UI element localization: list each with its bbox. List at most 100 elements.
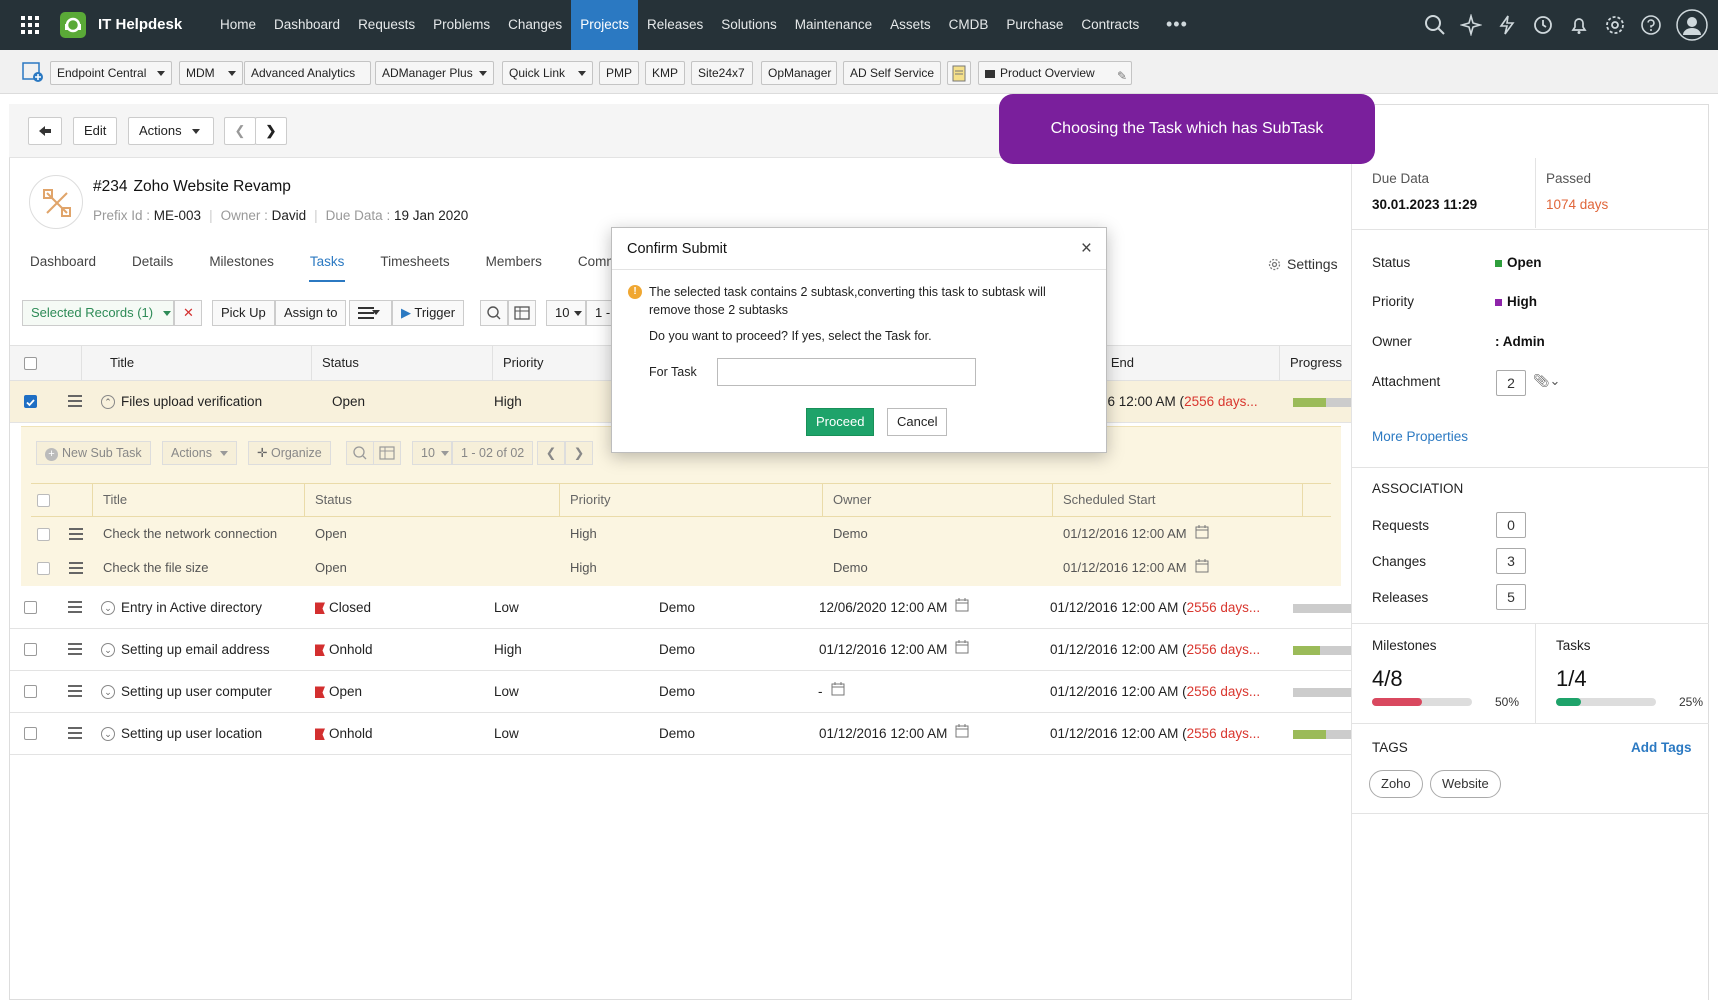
row-checkbox[interactable] [24,727,37,740]
previous-button[interactable]: ❮ [224,117,256,145]
product-overview-button[interactable]: Product Overview ✎ [978,61,1132,85]
quicklink-pmp[interactable]: PMP [599,61,639,85]
tab-milestones[interactable]: Milestones [208,248,275,282]
new-subtask-button[interactable]: + New Sub Task [36,441,151,465]
row-checkbox[interactable] [24,395,37,408]
settings-button[interactable]: Settings [1268,256,1338,272]
nav-item-contracts[interactable]: Contracts [1072,0,1148,50]
expand-chevron-icon[interactable]: ⌄ [101,727,115,741]
quicklink-admanager-plus[interactable]: ADManager Plus [375,61,494,85]
releases-count[interactable]: 5 [1496,584,1526,610]
subtask-title[interactable]: Check the network connection [103,517,277,551]
col-scheduled-end[interactable]: d End [1090,346,1280,380]
row-checkbox[interactable] [24,685,37,698]
tag-chip[interactable]: Zoho [1369,770,1423,798]
nav-item-cmdb[interactable]: CMDB [940,0,998,50]
select-all-checkbox[interactable] [24,357,37,370]
calendar-icon[interactable] [955,629,969,671]
pickup-button[interactable]: Pick Up [212,300,275,326]
assign-to-button[interactable]: Assign to [275,300,347,326]
tab-members[interactable]: Members [485,248,543,282]
sub-col-scheduled-start[interactable]: Scheduled Start [1053,484,1303,516]
quicklink-endpoint-central[interactable]: Endpoint Central [50,61,172,85]
cancel-button[interactable]: Cancel [887,408,948,436]
expand-chevron-icon[interactable]: ⌄ [101,643,115,657]
add-widget-icon[interactable] [22,61,44,83]
history-icon[interactable] [1532,14,1554,36]
nav-item-releases[interactable]: Releases [638,0,712,50]
expand-chevron-icon[interactable]: ⌄ [101,685,115,699]
subtask-per-page-dropdown[interactable]: 10 [412,441,452,465]
row-menu-icon[interactable] [68,727,82,739]
quicklink-ad-self-service[interactable]: AD Self Service [843,61,941,85]
tag-chip[interactable]: Website [1430,770,1501,798]
actions-dropdown[interactable]: Actions [128,117,214,145]
search-icon[interactable] [1424,14,1446,36]
nav-item-requests[interactable]: Requests [349,0,424,50]
subtask-search-icon[interactable] [346,441,374,465]
row-menu-icon[interactable] [68,643,82,655]
selected-records-dropdown[interactable]: Selected Records (1) [22,300,174,326]
sub-col-owner[interactable]: Owner [823,484,1053,516]
expand-chevron-icon[interactable]: ⌃ [101,395,115,409]
subtask-select-all-checkbox[interactable] [37,494,50,507]
task-title[interactable]: Entry in Active directory [121,587,262,629]
calendar-icon[interactable] [1195,552,1209,586]
back-button[interactable] [28,117,62,145]
sub-col-title[interactable]: Title [93,484,305,516]
search-icon[interactable] [480,300,508,326]
tab-dashboard[interactable]: Dashboard [29,248,97,282]
col-status[interactable]: Status [312,346,493,380]
tab-timesheets[interactable]: Timesheets [379,248,450,282]
nav-item-changes[interactable]: Changes [499,0,571,50]
attachment-count[interactable]: 2 [1496,370,1526,396]
subtask-checkbox[interactable] [37,562,50,575]
user-avatar-icon[interactable] [1676,9,1708,41]
subtask-row[interactable]: Check the file size Open High Demo 01/12/201… [31,551,1331,585]
requests-count[interactable]: 0 [1496,512,1526,538]
task-title[interactable]: Setting up user location [121,713,262,755]
tab-tasks[interactable]: Tasks [308,248,346,282]
subtask-title[interactable]: Check the file size [103,551,209,585]
help-icon[interactable] [1640,14,1662,36]
column-chooser-icon[interactable] [508,300,536,326]
subtask-columns-icon[interactable] [373,441,401,465]
calendar-icon[interactable] [955,713,969,755]
row-checkbox[interactable] [24,601,37,614]
menu-dropdown-icon[interactable] [349,300,392,326]
clear-selection-icon[interactable]: ✕ [174,300,202,326]
quicklink-mdm[interactable]: MDM [179,61,243,85]
task-title[interactable]: Files upload verification [121,381,262,423]
nav-item-dashboard[interactable]: Dashboard [265,0,349,50]
task-title[interactable]: Setting up email address [121,629,270,671]
nav-item-projects[interactable]: Projects [571,0,638,50]
attachment-clip-icon[interactable]: 📎︎⌄ [1533,373,1560,389]
subtask-checkbox[interactable] [37,528,50,541]
organize-button[interactable]: ✛ Organize [248,441,331,465]
subtask-menu-icon[interactable] [69,562,83,574]
sub-col-priority[interactable]: Priority [560,484,823,516]
trigger-button[interactable]: ▶ Trigger [392,300,465,326]
col-priority[interactable]: Priority [493,346,623,380]
tab-details[interactable]: Details [131,248,174,282]
gear-icon[interactable] [1604,14,1626,36]
subtask-menu-icon[interactable] [69,528,83,540]
row-menu-icon[interactable] [68,601,82,613]
nav-item-solutions[interactable]: Solutions [712,0,786,50]
task-title[interactable]: Setting up user computer [121,671,272,713]
edit-button[interactable]: Edit [73,117,118,145]
nav-item-purchase[interactable]: Purchase [997,0,1072,50]
subtask-prev-button[interactable]: ❮ [537,441,565,465]
row-menu-icon[interactable] [68,685,82,697]
nav-item-problems[interactable]: Problems [424,0,499,50]
quicklink-kmp[interactable]: KMP [645,61,685,85]
calendar-icon[interactable] [1195,518,1209,552]
bell-icon[interactable] [1568,14,1590,36]
calendar-icon[interactable] [831,671,845,713]
add-tags-link[interactable]: Add Tags [1631,740,1692,755]
for-task-input[interactable] [717,358,976,386]
subtask-actions-dropdown[interactable]: Actions [162,441,237,465]
quicklink-opmanager[interactable]: OpManager [761,61,837,85]
nav-item-maintenance[interactable]: Maintenance [786,0,881,50]
table-row[interactable]: ⌄ Setting up user computer Open Low Demo - 01/… [10,671,1353,713]
